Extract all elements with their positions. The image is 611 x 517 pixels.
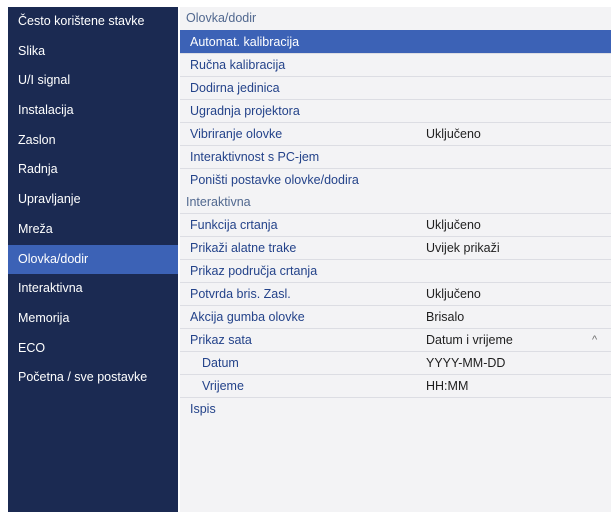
setting-label: Poništi postavke olovke/dodira — [190, 172, 359, 187]
setting-label: Ugradnja projektora — [190, 103, 300, 118]
setting-show-toolbars[interactable]: Prikaži alatne trake Uvijek prikaži — [180, 236, 611, 259]
setting-label: Ručna kalibracija — [190, 57, 286, 72]
setting-label: Funkcija crtanja — [190, 218, 278, 233]
setting-value: Brisalo — [426, 310, 465, 325]
setting-label: Interaktivnost s PC-jem — [190, 149, 320, 164]
setting-pen-button-action[interactable]: Akcija gumba olovke Brisalo — [180, 305, 611, 328]
setting-label: Vrijeme — [202, 379, 244, 393]
setting-drawing-area-display[interactable]: Prikaz područja crtanja — [180, 259, 611, 282]
projector-menu-screen: Često korištene stavke Slika U/I signal … — [0, 0, 611, 517]
setting-label: Prikaz područja crtanja — [190, 264, 318, 279]
setting-projector-installation[interactable]: Ugradnja projektora — [180, 98, 611, 122]
sidebar-item-network[interactable]: Mreža — [8, 215, 178, 245]
sidebar-item-memory[interactable]: Memorija — [8, 304, 178, 334]
setting-clock-display[interactable]: Prikaz sata Datum i vrijeme ^ — [180, 328, 611, 351]
setting-label: Dodirna jedinica — [190, 80, 280, 95]
sidebar-item-management[interactable]: Upravljanje — [8, 185, 178, 215]
setting-value: YYYY-MM-DD — [426, 356, 506, 371]
setting-label: Prikaži alatne trake — [190, 241, 297, 256]
setting-label: Akcija gumba olovke — [190, 310, 305, 325]
sidebar-item-operation[interactable]: Radnja — [8, 155, 178, 185]
sidebar-menu: Često korištene stavke Slika U/I signal … — [8, 7, 178, 512]
setting-value: Datum i vrijeme — [426, 333, 513, 348]
sidebar-item-io-signal[interactable]: U/I signal — [8, 66, 178, 96]
setting-value: Uključeno — [426, 218, 481, 233]
setting-label: Automat. kalibracija — [190, 34, 300, 49]
sidebar-item-pen-touch[interactable]: Olovka/dodir — [8, 244, 178, 275]
setting-value: HH:MM — [426, 379, 469, 393]
setting-date[interactable]: Datum YYYY-MM-DD — [180, 351, 611, 374]
setting-reset-pen-touch[interactable]: Poništi postavke olovke/dodira — [180, 167, 611, 191]
section-header-interactive: Interaktivna — [186, 194, 251, 209]
sidebar-item-display[interactable]: Zaslon — [8, 126, 178, 156]
setting-print[interactable]: Ispis — [180, 396, 611, 420]
sidebar-item-image[interactable]: Slika — [8, 37, 178, 67]
sidebar-item-eco[interactable]: ECO — [8, 334, 178, 364]
sidebar-item-installation[interactable]: Instalacija — [8, 96, 178, 126]
setting-label: Datum — [202, 356, 239, 371]
setting-label: Prikaz sata — [190, 333, 252, 348]
sidebar-item-interactive[interactable]: Interaktivna — [8, 274, 178, 304]
sidebar-item-frequently-used[interactable]: Često korištene stavke — [8, 7, 178, 37]
setting-pen-vibration[interactable]: Vibriranje olovke Uključeno — [180, 121, 611, 145]
setting-touch-unit[interactable]: Dodirna jedinica — [180, 75, 611, 99]
section-header-pen-touch: Olovka/dodir — [186, 11, 257, 25]
setting-value: Uvijek prikaži — [426, 241, 500, 256]
setting-value: Uključeno — [426, 287, 481, 302]
chevron-up-icon[interactable]: ^ — [592, 329, 597, 352]
setting-time[interactable]: Vrijeme HH:MM — [180, 374, 611, 397]
setting-label: Vibriranje olovke — [190, 126, 283, 141]
settings-panel: Olovka/dodir Automat. kalibracija Ručna … — [180, 7, 611, 512]
setting-auto-calibration[interactable]: Automat. kalibracija — [180, 29, 611, 53]
setting-clear-screen-confirm[interactable]: Potvrda bris. Zasl. Uključeno — [180, 282, 611, 305]
setting-pc-interactivity[interactable]: Interaktivnost s PC-jem — [180, 144, 611, 168]
setting-label: Ispis — [190, 401, 216, 416]
setting-manual-calibration[interactable]: Ručna kalibracija — [180, 52, 611, 76]
setting-drawing-function[interactable]: Funkcija crtanja Uključeno — [180, 213, 611, 236]
sidebar-item-initial-all-settings[interactable]: Početna / sve postavke — [8, 363, 178, 393]
setting-label: Potvrda bris. Zasl. — [190, 287, 291, 302]
setting-value: Uključeno — [426, 126, 481, 141]
